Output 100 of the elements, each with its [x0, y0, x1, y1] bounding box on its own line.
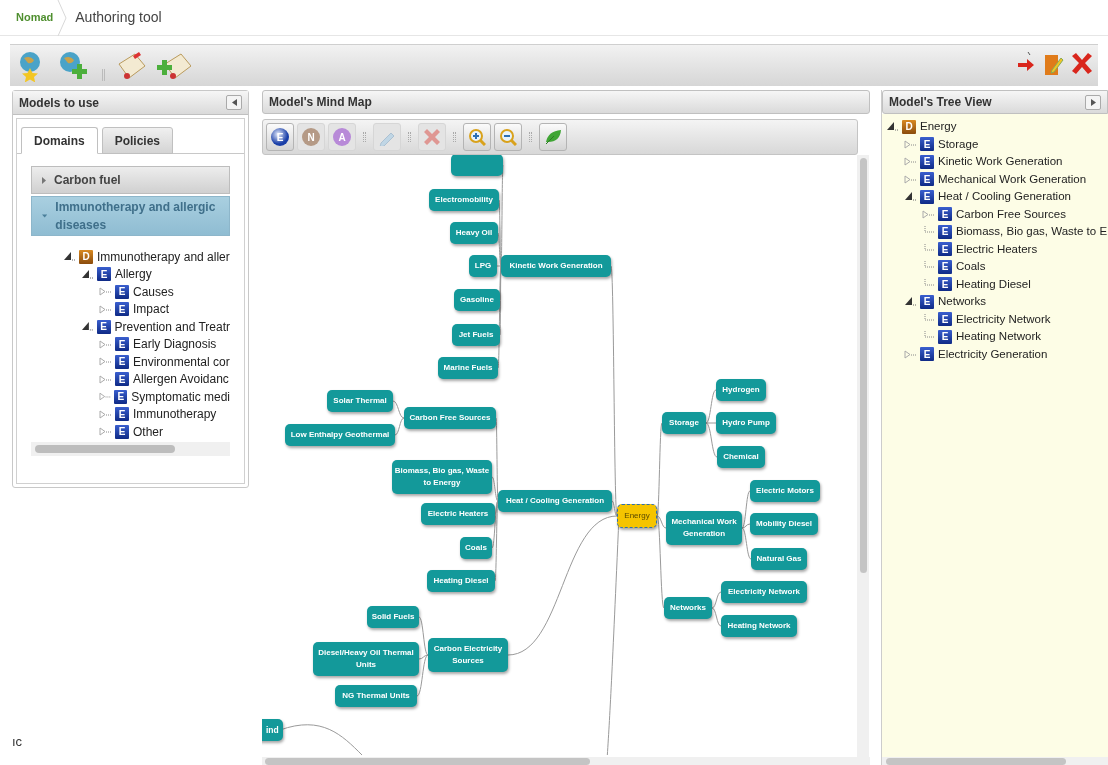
zoom-out-button[interactable] [494, 123, 522, 151]
tree-item[interactable]: Biomass, Bio gas, Waste to E [956, 223, 1108, 241]
collapsed-icon[interactable] [922, 208, 936, 220]
tree-item[interactable]: Causes [133, 282, 174, 301]
collapsed-icon[interactable] [99, 338, 113, 350]
scrollbar-thumb[interactable] [886, 757, 1066, 765]
expanded-icon[interactable] [886, 121, 900, 133]
mind-map-node[interactable]: Heavy Oil [450, 222, 498, 244]
collapsed-icon[interactable] [99, 286, 113, 298]
tree-item[interactable]: Symptomatic medi [131, 387, 230, 406]
mind-map-node[interactable]: Heating Network [721, 615, 797, 637]
mind-map-node[interactable]: Biomass, Bio gas, Waste to Energy [392, 460, 492, 494]
mind-map-node[interactable]: Low Enthalpy Geothermal [285, 424, 395, 446]
element-badge: E [938, 312, 952, 327]
mind-map-node[interactable]: Marine Fuels [438, 357, 498, 379]
tab[interactable]: Domains [21, 127, 98, 154]
tree-item[interactable]: Heating Diesel [956, 275, 1031, 293]
mind-map-node[interactable]: Natural Gas [751, 548, 807, 570]
mind-map-node[interactable]: Networks [664, 597, 712, 619]
accordion-header[interactable]: Immunotherapy and allergic diseases [31, 196, 230, 236]
tree-item[interactable]: Environmental cor [133, 352, 230, 371]
mind-map-node[interactable]: Heat / Cooling Generation [498, 490, 612, 512]
mind-map-node[interactable] [451, 155, 503, 176]
expanded-icon[interactable] [81, 321, 95, 333]
mind-map-node[interactable]: LPG [469, 255, 497, 277]
mind-map-node[interactable]: Electric Motors [750, 480, 820, 502]
mind-map-node[interactable]: Electricity Network [721, 581, 807, 603]
tree-item[interactable]: Other [133, 422, 163, 441]
collapsed-icon[interactable] [904, 348, 918, 360]
scrollbar-thumb[interactable] [265, 757, 590, 765]
mind-map-node[interactable]: Solar Thermal [327, 390, 393, 412]
accordion-header[interactable]: Carbon fuel [31, 166, 230, 194]
caret-icon [1090, 98, 1096, 106]
collapsed-icon[interactable] [99, 426, 113, 438]
tree-item[interactable]: Prevention and Treatr [114, 317, 230, 336]
mind-map-node[interactable]: Carbon Electricity Sources [428, 638, 508, 672]
mind-map-node[interactable]: Gasoline [454, 289, 500, 311]
mind-map-node[interactable]: Storage [662, 412, 706, 434]
mind-map-node[interactable]: ind [262, 719, 283, 741]
mind-map-node[interactable]: Coals [460, 537, 492, 559]
mind-map-node[interactable]: Chemical [717, 446, 765, 468]
mind-map-node[interactable]: Electromobility [429, 189, 499, 211]
tree-item[interactable]: Impact [133, 300, 169, 319]
expanded-icon[interactable] [904, 296, 918, 308]
leaf-button[interactable] [539, 123, 567, 151]
expanded-icon[interactable] [63, 251, 77, 263]
collapse-button[interactable] [226, 95, 242, 110]
connector-line [392, 400, 405, 419]
tree-item[interactable]: Immunotherapy [133, 405, 217, 424]
mind-map-node[interactable]: Mechanical Work Generation [666, 511, 742, 545]
element-badge: E [115, 354, 129, 369]
tree-item[interactable]: Heating Network [956, 328, 1041, 346]
tree-item[interactable]: Allergen Avoidanc [133, 370, 229, 389]
scrollbar-thumb[interactable] [35, 445, 175, 453]
tree-item[interactable]: Early Diagnosis [133, 335, 217, 354]
expand-button[interactable] [1085, 94, 1101, 110]
tree-item[interactable]: Electricity Generation [938, 345, 1048, 363]
mind-map-node[interactable]: NG Thermal Units [335, 685, 417, 707]
root-node[interactable]: Energy [617, 504, 657, 528]
collapsed-icon[interactable] [99, 356, 113, 368]
expanded-icon[interactable] [81, 268, 95, 280]
mind-map-node[interactable]: Diesel/Heavy Oil Thermal Units [313, 642, 419, 676]
mind-map-node[interactable]: Jet Fuels [452, 324, 500, 346]
element-badge: E [115, 424, 129, 439]
mind-map-node[interactable]: Electric Heaters [421, 503, 495, 525]
mind-map-node[interactable]: Mobility Diesel [750, 513, 818, 535]
mind-map-node[interactable]: Heating Diesel [427, 570, 495, 592]
tree-item[interactable]: Storage [938, 135, 979, 153]
tree-item[interactable]: Electric Heaters [956, 240, 1038, 258]
mind-map-node[interactable]: Kinetic Work Generation [501, 255, 611, 277]
collapsed-icon[interactable] [904, 156, 918, 168]
tree-item[interactable]: Mechanical Work Generation [938, 170, 1087, 188]
mind-map-node[interactable]: Carbon Free Sources [404, 407, 496, 429]
tree-item[interactable]: Carbon Free Sources [956, 205, 1066, 223]
tree-item[interactable]: Energy [920, 118, 957, 136]
scrollbar-thumb[interactable] [859, 158, 867, 573]
tree-item[interactable]: Heat / Cooling Generation [938, 188, 1071, 206]
element-badge: E [938, 259, 952, 274]
zoom-in-button[interactable] [463, 123, 491, 151]
tree-item[interactable]: Immunotherapy and aller [97, 247, 230, 266]
tree-item[interactable]: Kinetic Work Generation [938, 153, 1063, 171]
collapsed-icon[interactable] [99, 303, 113, 315]
element-badge: E [920, 137, 934, 152]
tree-item[interactable]: Coals [956, 258, 986, 276]
collapsed-icon[interactable] [99, 391, 113, 403]
expanded-icon[interactable] [904, 191, 918, 203]
tab[interactable]: Policies [101, 127, 174, 154]
breadcrumb-current: Authoring tool [75, 8, 162, 27]
collapsed-icon[interactable] [99, 373, 113, 385]
collapsed-icon[interactable] [904, 173, 918, 185]
mind-map-node[interactable]: Hydro Pump [716, 412, 776, 434]
collapsed-icon[interactable] [99, 408, 113, 420]
collapsed-icon[interactable] [904, 138, 918, 150]
breadcrumb-link[interactable]: Nomad [16, 9, 54, 26]
tree-item[interactable]: Allergy [115, 265, 152, 284]
tree-item[interactable]: Electricity Network [956, 310, 1051, 328]
mind-map-node[interactable]: Solid Fuels [367, 606, 419, 628]
tree-item[interactable]: Networks [938, 293, 986, 311]
entity-button[interactable]: E [266, 123, 294, 151]
mind-map-node[interactable]: Hydrogen [716, 379, 766, 401]
